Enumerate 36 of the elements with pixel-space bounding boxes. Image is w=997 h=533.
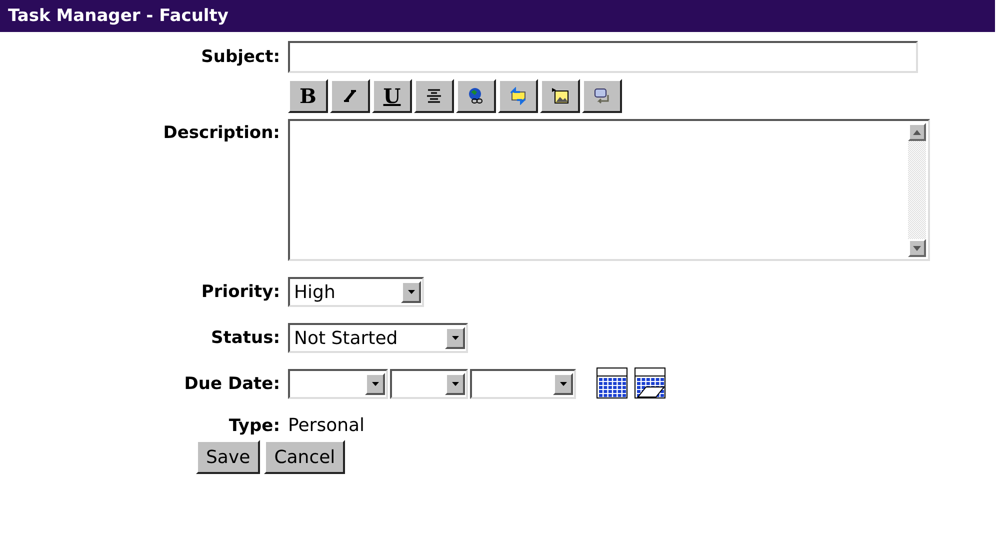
priority-dropdown[interactable]: High (288, 277, 424, 307)
window-title: Task Manager - Faculty (0, 0, 995, 32)
underline-button[interactable]: U (372, 79, 412, 113)
field-label: Due Date: (184, 374, 280, 394)
center-button[interactable] (414, 79, 454, 113)
line-break-icon (593, 87, 611, 105)
linebreak-button[interactable] (582, 79, 622, 113)
status-dropdown[interactable]: Not Started (288, 323, 468, 353)
scrollbar[interactable] (908, 123, 926, 257)
cancel-button[interactable]: Cancel (264, 440, 346, 474)
globe-link-icon (467, 87, 485, 105)
scroll-up-button[interactable] (908, 123, 926, 141)
swap-arrows-icon (509, 87, 527, 105)
field-label: Type: (228, 416, 280, 436)
link-button[interactable] (456, 79, 496, 113)
field-label: Status: (211, 328, 280, 348)
field-label: Description: (163, 122, 280, 143)
bold-button[interactable]: B (288, 79, 328, 113)
image-button[interactable] (540, 79, 580, 113)
swap-button[interactable] (498, 79, 538, 113)
down-arrow-icon (913, 246, 921, 250)
day-dropdown[interactable] (390, 369, 468, 399)
up-arrow-icon (913, 130, 921, 134)
image-icon (551, 87, 569, 105)
month-dropdown[interactable] (288, 369, 388, 399)
year-dropdown[interactable] (470, 369, 576, 399)
italic-button[interactable] (330, 79, 370, 113)
save-button[interactable]: Save (196, 440, 260, 474)
field-label: Priority: (201, 282, 280, 302)
type-value: Personal (288, 415, 366, 436)
description-field[interactable] (288, 119, 930, 261)
align-center-icon (425, 87, 443, 105)
scroll-down-button[interactable] (908, 239, 926, 257)
field-label: Subject: (201, 47, 280, 67)
italic-icon (341, 87, 359, 105)
subject-field[interactable] (288, 41, 918, 73)
